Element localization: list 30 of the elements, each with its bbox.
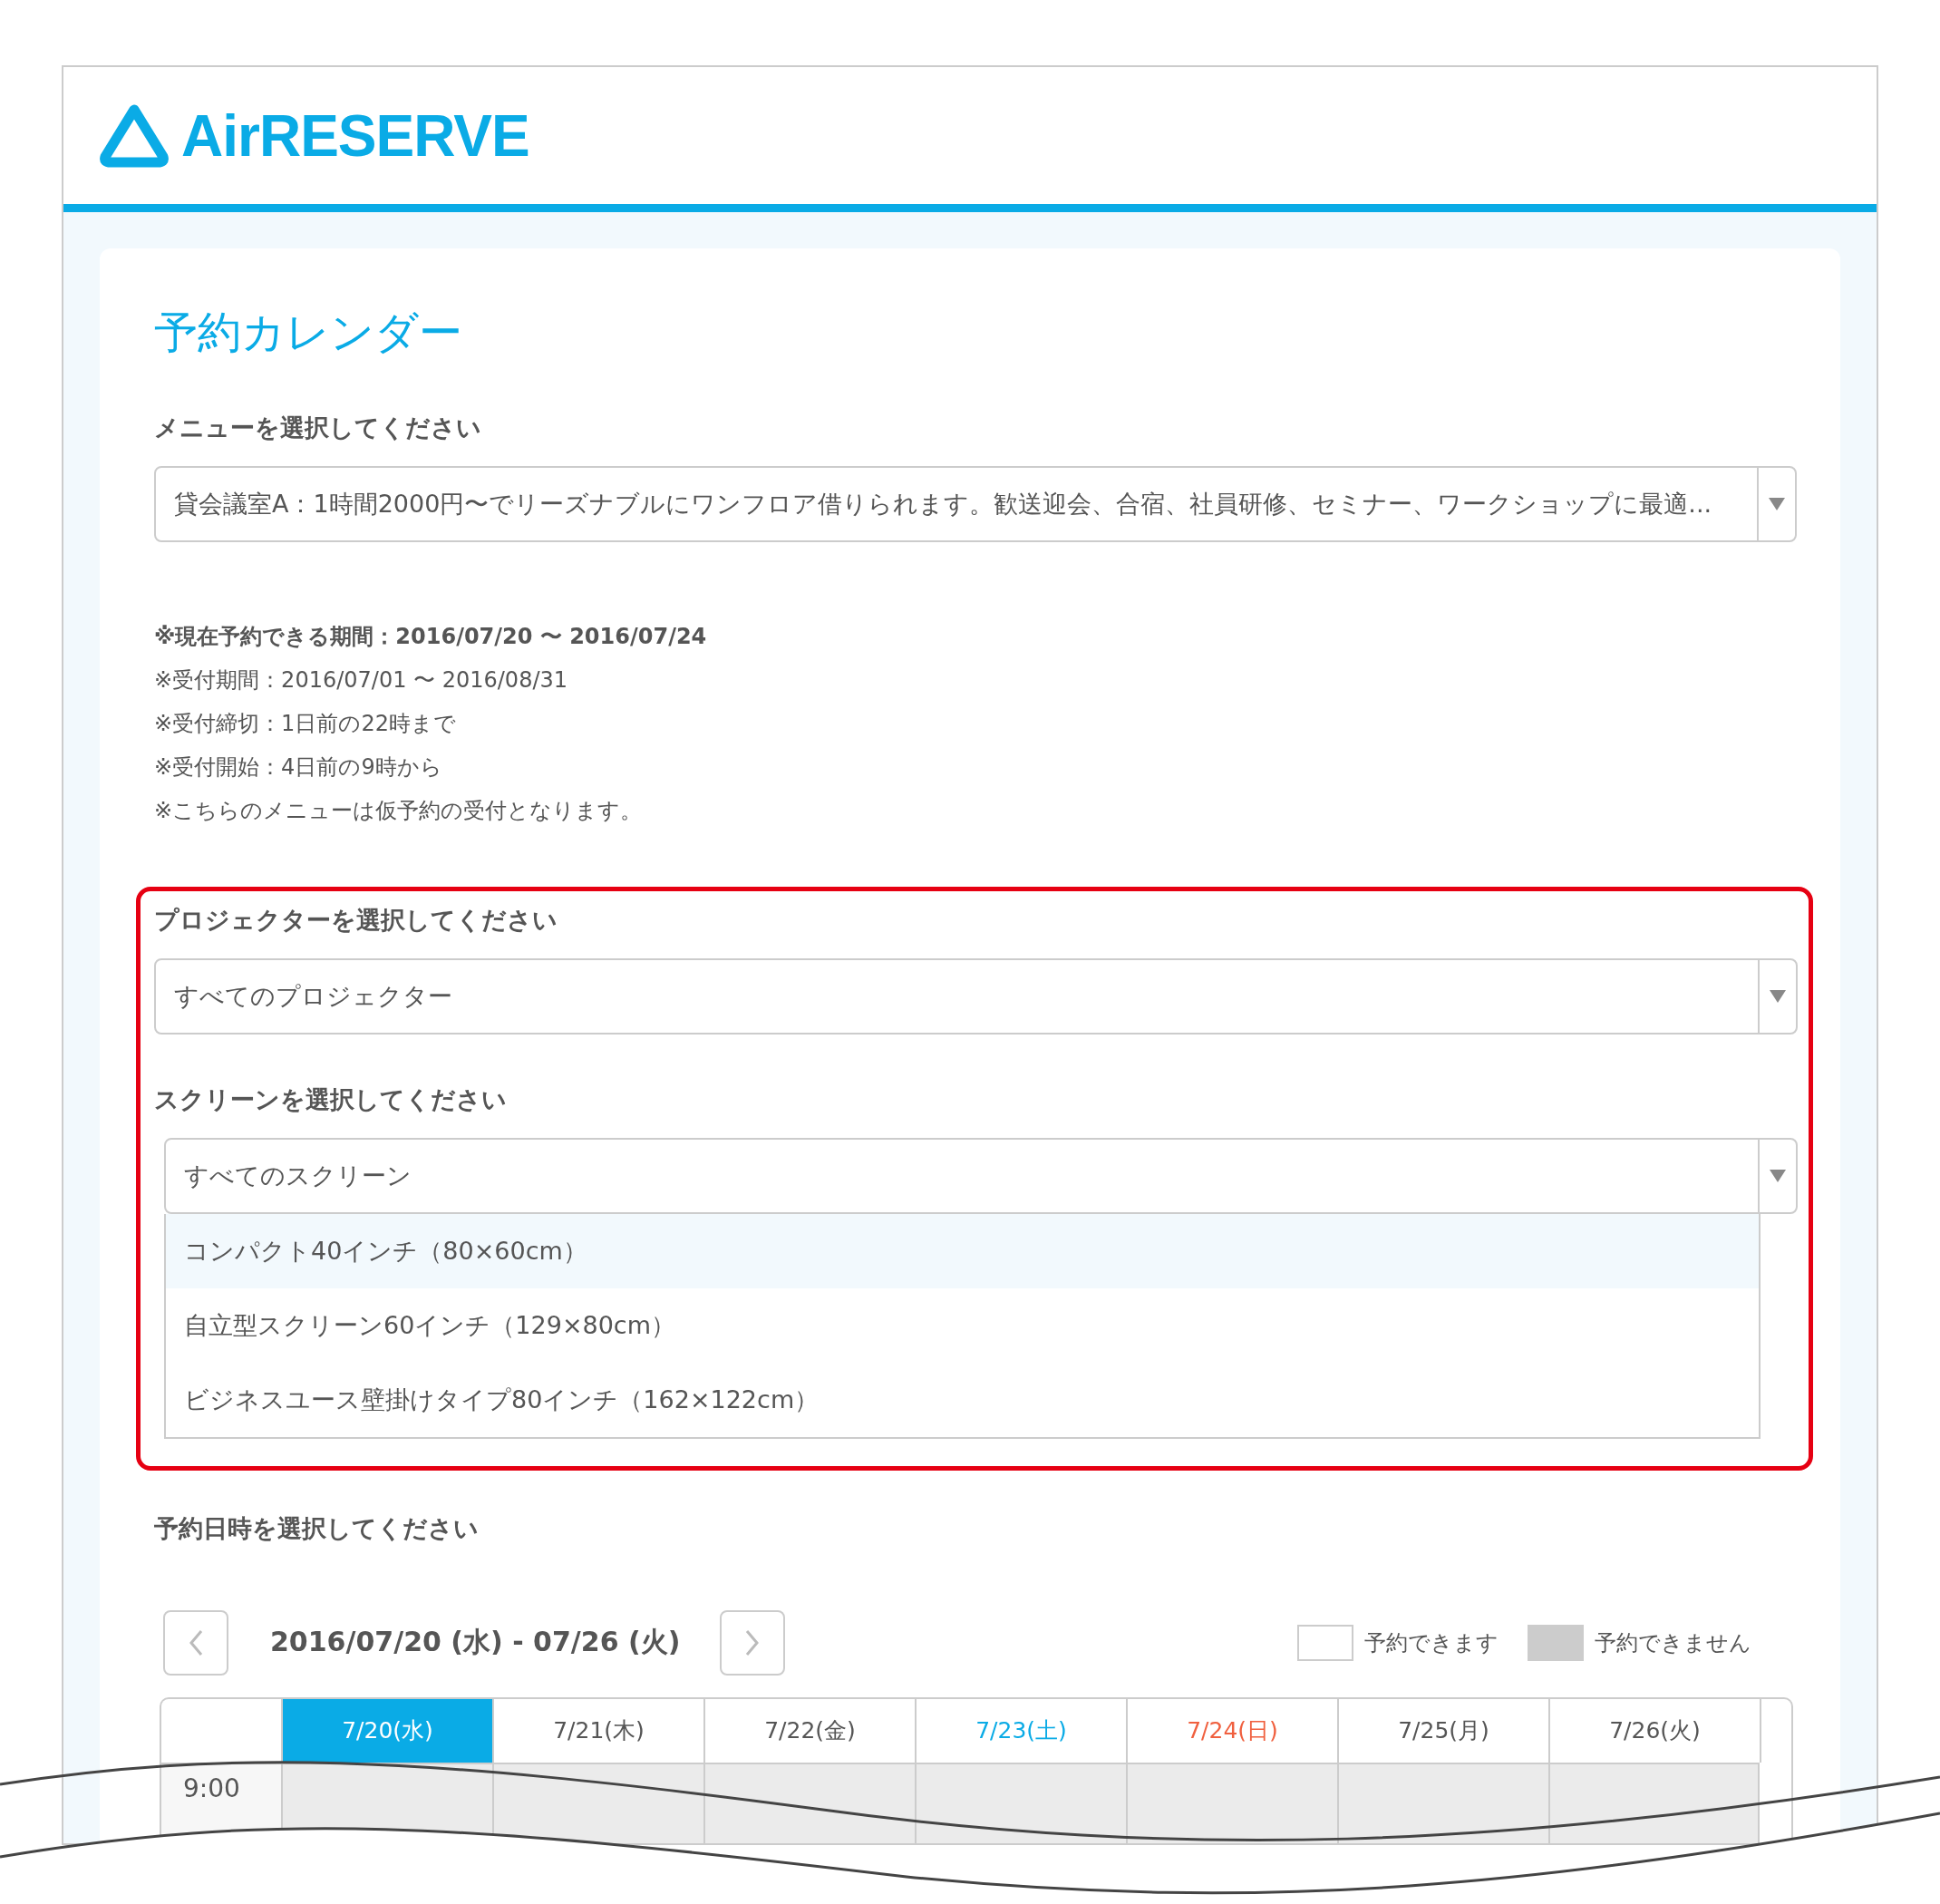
next-week-button[interactable] xyxy=(720,1609,786,1676)
field-label: 予約日時を選択してください xyxy=(154,1512,479,1544)
caret-icon xyxy=(1770,989,1786,1003)
note-text: ※こちらのメニューは仮予約の受付となります。 xyxy=(154,796,643,825)
dropdown-option[interactable]: 自立型スクリーン60インチ（129×80cm） xyxy=(166,1287,1759,1363)
chevron-left-icon xyxy=(189,1628,203,1656)
dropdown-option[interactable]: ビジネスユース壁掛けタイプ80インチ（162×122cm） xyxy=(166,1362,1759,1437)
caret-icon xyxy=(1770,1169,1786,1182)
field-label: メニューを選択してください xyxy=(154,412,481,443)
menu-select[interactable]: 貸会議室A：1時間2000円〜でリーズナブルにワンフロア借りられます。歓送迎会、合宿、社員研修、セミナー、ワークショップに最適... xyxy=(154,465,1797,542)
screen-select[interactable]: すべてのスクリーン xyxy=(164,1137,1798,1214)
note-text: ※受付期間：2016/07/01 〜 2016/08/31 xyxy=(154,665,568,695)
logo: AirRESERVE xyxy=(181,102,529,170)
date-range: 2016/07/20 (水) - 07/26 (火) xyxy=(270,1625,681,1660)
field-label: プロジェクターを選択してください xyxy=(154,904,558,936)
legend-swatch xyxy=(1297,1624,1353,1661)
chevron-right-icon xyxy=(745,1628,761,1656)
projector-select[interactable]: すべてのプロジェクター xyxy=(154,957,1798,1035)
note-text: ※受付締切：1日前の22時まで xyxy=(154,709,456,738)
previous-week-button[interactable] xyxy=(163,1609,228,1676)
page-title: 予約カレンダー xyxy=(154,306,462,359)
legend-label: 予約できません xyxy=(1595,1628,1751,1657)
legend-label: 予約できます xyxy=(1364,1628,1499,1657)
logo-icon xyxy=(100,103,169,168)
note-text: ※現在予約できる期間：2016/07/20 〜 2016/07/24 xyxy=(154,622,707,651)
dropdown-option[interactable]: コンパクト40インチ（80×60cm） xyxy=(166,1213,1759,1288)
legend-swatch xyxy=(1528,1624,1584,1661)
caret-icon xyxy=(1769,497,1785,510)
note-text: ※受付開始：4日前の9時から xyxy=(154,753,442,782)
field-label: スクリーンを選択してください xyxy=(154,1083,507,1115)
